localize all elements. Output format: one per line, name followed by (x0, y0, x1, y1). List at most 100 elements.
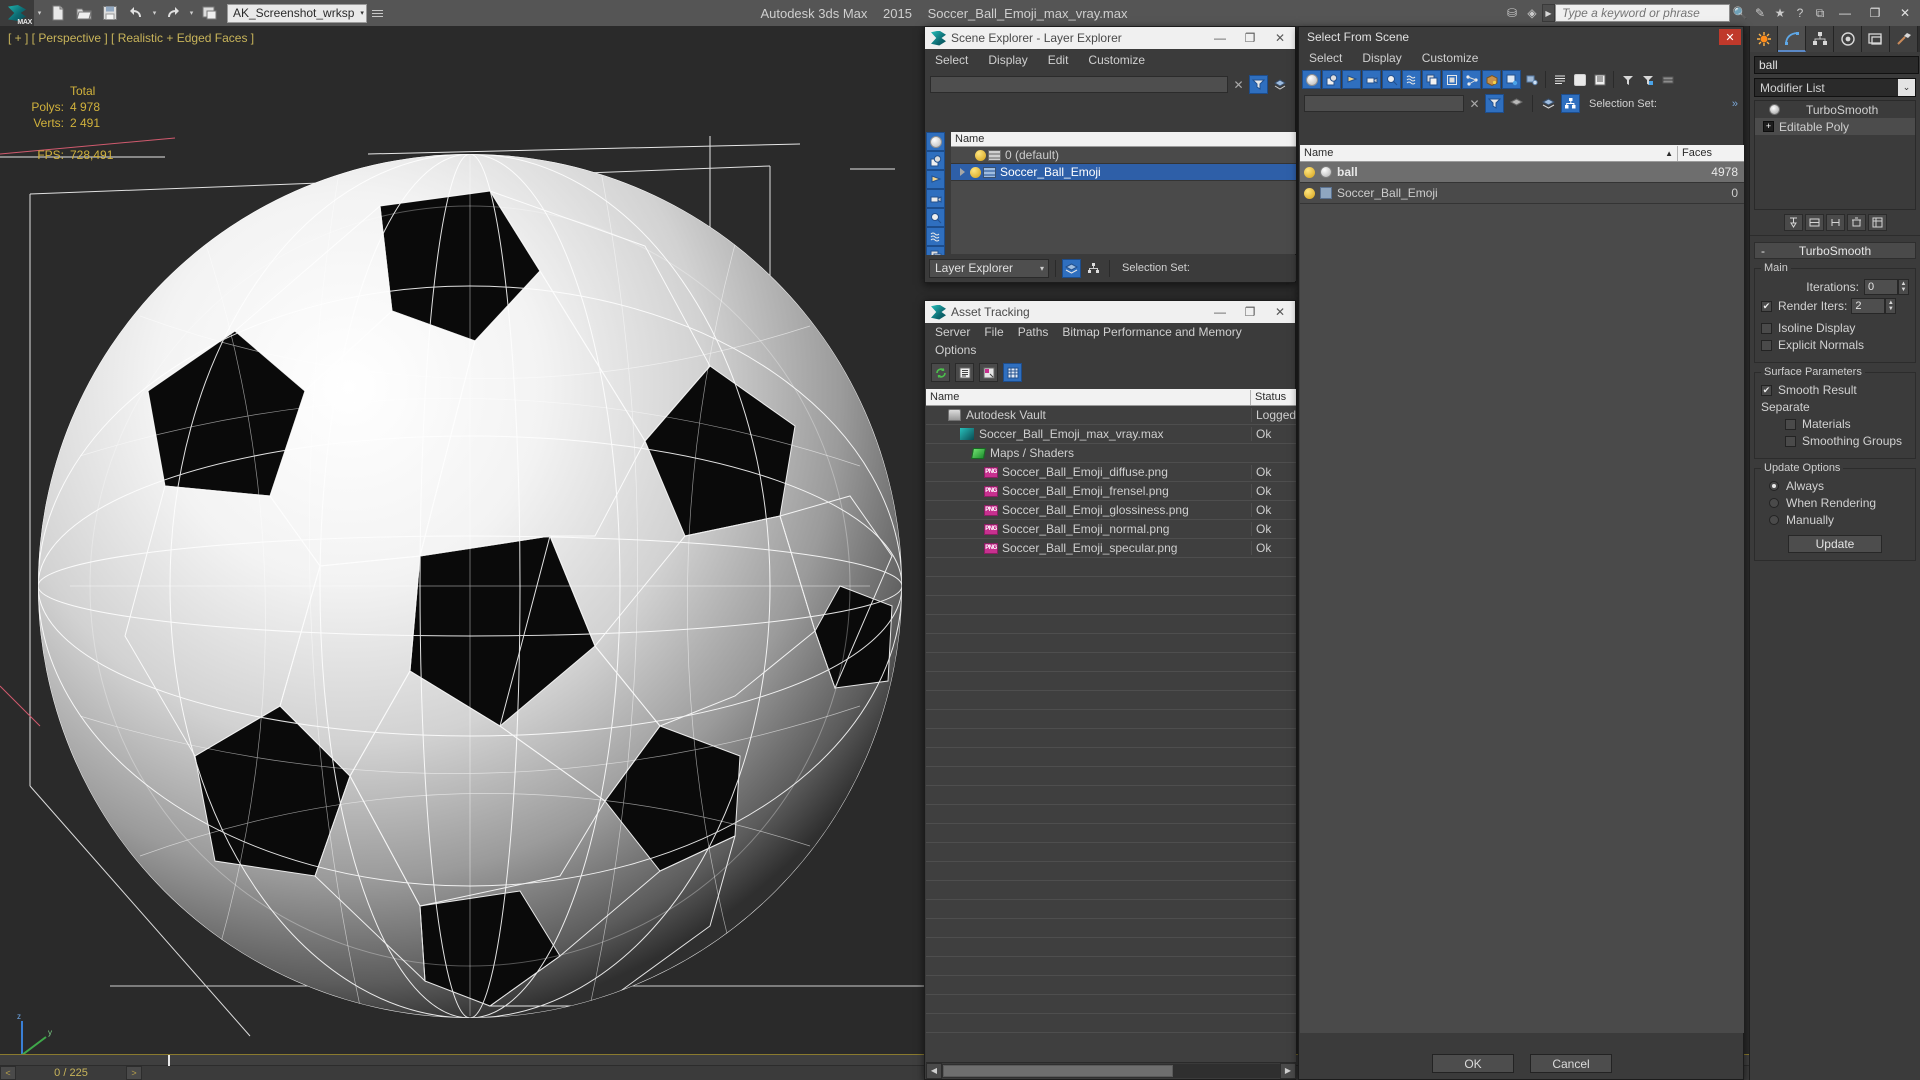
expand-arrow-icon[interactable] (960, 168, 965, 176)
layer-visibility-bulb-icon[interactable] (975, 149, 986, 161)
asset-row[interactable]: Autodesk Vault Logged (926, 406, 1296, 425)
layer-row-default[interactable]: 0 (default) (951, 147, 1296, 164)
menu-edit[interactable]: Edit (1048, 53, 1069, 67)
collapse-all-icon[interactable] (1570, 70, 1589, 89)
render-iters-input[interactable] (1851, 298, 1886, 314)
filter-icon[interactable] (1618, 70, 1637, 89)
soccer-ball-model[interactable] (20, 136, 910, 1026)
layer-filter-icon[interactable] (1271, 75, 1290, 94)
asset-tracking-minimize-button[interactable]: — (1205, 301, 1235, 323)
asset-tracking-panel[interactable]: Asset Tracking — ❐ ✕ Server File Paths B… (924, 300, 1296, 1080)
show-end-result-icon[interactable] (1804, 214, 1824, 231)
asset-tracking-title-bar[interactable]: Asset Tracking — ❐ ✕ (925, 301, 1295, 323)
layer-view-toggle-icon[interactable] (1062, 258, 1081, 278)
project-folder-icon[interactable] (197, 0, 223, 26)
new-file-icon[interactable] (45, 0, 71, 26)
menu-options[interactable]: Options (935, 343, 976, 357)
object-visibility-bulb-icon[interactable] (1304, 166, 1315, 178)
explicit-normals-checkbox[interactable] (1761, 339, 1772, 351)
hierarchy-view-toggle-icon[interactable] (1084, 259, 1103, 278)
display-bones-icon[interactable] (1462, 70, 1481, 89)
scene-explorer-search-input[interactable] (930, 76, 1228, 93)
isoline-display-checkbox[interactable] (1761, 322, 1772, 334)
hscroll-track[interactable] (942, 1063, 1280, 1078)
display-cameras-icon[interactable] (926, 189, 945, 208)
undo-icon[interactable] (123, 0, 149, 26)
expand-all-icon[interactable] (1550, 70, 1569, 89)
scene-explorer-minimize-button[interactable]: — (1205, 27, 1235, 49)
display-spacewarps-icon[interactable] (926, 227, 945, 246)
next-frame-button[interactable]: > (126, 1066, 142, 1080)
redo-dropdown-caret-icon[interactable]: ▾ (186, 0, 197, 26)
display-shapes-icon[interactable] (926, 151, 945, 170)
quick-access-overflow-icon[interactable] (370, 0, 386, 26)
update-button[interactable]: Update (1788, 535, 1882, 553)
asset-row[interactable]: PNG Soccer_Ball_Emoji_glossiness.png Ok (926, 501, 1296, 520)
filter-toggle-icon[interactable] (1485, 94, 1504, 113)
layer-filter-icon[interactable] (1507, 94, 1526, 113)
smoothing-groups-checkbox[interactable] (1785, 435, 1796, 447)
object-row-soccer-ball-emoji[interactable]: Soccer_Ball_Emoji 0 (1300, 183, 1744, 204)
menu-select[interactable]: Select (935, 53, 968, 67)
hscroll-left-button[interactable]: ◀ (926, 1062, 942, 1079)
select-from-scene-object-list[interactable]: Name ▲ Faces ball 4978 Soccer_Ball_Emoji… (1300, 145, 1744, 1033)
logo-dropdown-caret-icon[interactable]: ▾ (34, 0, 45, 26)
object-visibility-bulb-icon[interactable] (1304, 187, 1315, 199)
command-panel[interactable]: Modifier List ⌄ TurboSmooth + Editable P… (1749, 26, 1920, 1080)
create-tab[interactable] (1750, 26, 1778, 52)
infocenter-search-input[interactable] (1555, 4, 1730, 22)
scene-explorer-maximize-button[interactable]: ❐ (1235, 27, 1265, 49)
clear-search-icon[interactable]: ✕ (1231, 76, 1246, 93)
display-xrefs-icon[interactable] (1442, 70, 1461, 89)
light-bulb-icon[interactable] (1769, 104, 1780, 115)
viewport-label[interactable]: [ + ] [ Perspective ] [ Realistic + Edge… (8, 31, 254, 45)
signin-icon[interactable]: ⛁ (1502, 0, 1522, 26)
materials-row[interactable]: Materials (1761, 417, 1909, 431)
expand-plus-icon[interactable]: + (1763, 121, 1774, 132)
asset-row[interactable]: PNG Soccer_Ball_Emoji_diffuse.png Ok (926, 463, 1296, 482)
asset-row[interactable]: Maps / Shaders (926, 444, 1296, 463)
asset-row[interactable]: PNG Soccer_Ball_Emoji_specular.png Ok (926, 539, 1296, 558)
asset-tracking-maximize-button[interactable]: ❐ (1235, 301, 1265, 323)
3dsmax-app-logo-icon[interactable]: MAX (0, 0, 34, 26)
filter-toggle-icon[interactable] (1249, 75, 1268, 94)
open-file-icon[interactable] (71, 0, 97, 26)
sort-ascending-icon[interactable]: ▲ (1665, 149, 1677, 158)
display-shapes-icon[interactable] (1322, 70, 1341, 89)
hscroll-right-button[interactable]: ▶ (1280, 1062, 1296, 1079)
display-geometry-icon[interactable] (926, 132, 945, 151)
menu-select[interactable]: Select (1309, 51, 1342, 65)
help-icon[interactable]: ? (1790, 0, 1810, 26)
when-rendering-radio[interactable] (1769, 498, 1779, 508)
smoothing-groups-row[interactable]: Smoothing Groups (1761, 434, 1909, 448)
select-from-scene-close-button[interactable]: ✕ (1719, 29, 1741, 45)
display-lights-icon[interactable] (1342, 70, 1361, 89)
modifier-stack[interactable]: TurboSmooth + Editable Poly (1754, 100, 1916, 210)
display-tab[interactable] (1862, 26, 1890, 52)
save-file-icon[interactable] (97, 0, 123, 26)
menu-paths[interactable]: Paths (1018, 325, 1049, 339)
favorites-icon[interactable]: ★ (1770, 0, 1790, 26)
exchange-apps-icon[interactable]: ⧉ (1810, 0, 1830, 26)
display-frozen-icon[interactable] (1502, 70, 1521, 89)
display-helpers-icon[interactable] (1382, 70, 1401, 89)
display-spacewarps-icon[interactable] (1402, 70, 1421, 89)
menu-display[interactable]: Display (1362, 51, 1401, 65)
column-layout-icon[interactable] (1590, 70, 1609, 89)
layer-row-soccer-ball-emoji[interactable]: Soccer_Ball_Emoji (951, 164, 1296, 181)
isoline-display-row[interactable]: Isoline Display (1761, 321, 1909, 335)
properties-icon[interactable] (979, 363, 998, 382)
asset-tracking-list[interactable]: Name Status Autodesk Vault Logged Soccer… (926, 389, 1296, 1062)
manually-row[interactable]: Manually (1761, 513, 1909, 527)
hierarchy-view-toggle-icon[interactable] (1561, 94, 1580, 113)
always-row[interactable]: Always (1761, 479, 1909, 493)
toolbar-overflow-icon[interactable] (1658, 70, 1677, 89)
scene-explorer-title-bar[interactable]: Scene Explorer - Layer Explorer — ❐ ✕ (925, 27, 1295, 49)
modifier-row-editable-poly[interactable]: + Editable Poly (1755, 118, 1915, 135)
modify-tab[interactable] (1778, 26, 1806, 52)
modifier-row-turbosmooth[interactable]: TurboSmooth (1755, 101, 1915, 118)
display-containers-icon[interactable] (1482, 70, 1501, 89)
always-radio[interactable] (1769, 481, 1779, 491)
search-icon[interactable]: 🔍 (1730, 0, 1750, 26)
window-maximize-button[interactable]: ❐ (1860, 0, 1890, 26)
